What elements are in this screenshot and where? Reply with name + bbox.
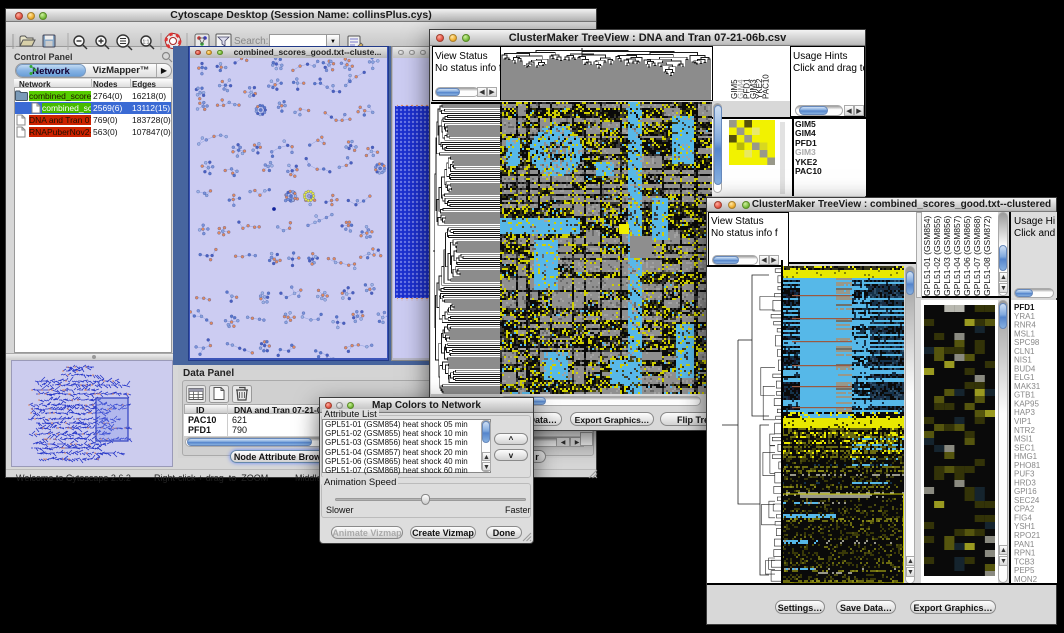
svg-text:NIS1: NIS1 [1014, 356, 1032, 365]
svg-text:HAP3: HAP3 [1014, 408, 1035, 417]
svg-text:RPO21: RPO21 [1014, 531, 1041, 540]
svg-text:GPL51-07 (GSM868): GPL51-07 (GSM868) [972, 216, 982, 296]
svg-text:TCB3: TCB3 [1014, 557, 1035, 566]
svg-text:GPL51-03 (GSM856): GPL51-03 (GSM856) [942, 216, 952, 296]
svg-text:PFD1: PFD1 [1014, 303, 1035, 312]
svg-text:GPL51-02 (GSM855): GPL51-02 (GSM855) [932, 216, 942, 296]
svg-text:GPI16: GPI16 [1014, 487, 1037, 496]
svg-text:YRA1: YRA1 [1014, 312, 1035, 321]
svg-text:MSI1: MSI1 [1014, 435, 1033, 444]
svg-text:PAC10: PAC10 [762, 74, 771, 99]
svg-text:RPN1: RPN1 [1014, 549, 1036, 558]
svg-text:HMG1: HMG1 [1014, 452, 1038, 461]
svg-text:HRD3: HRD3 [1014, 478, 1036, 487]
svg-text:GPL51-08 (GSM872): GPL51-08 (GSM872) [982, 216, 992, 296]
svg-text:GPL51-04 (GSM857): GPL51-04 (GSM857) [952, 216, 962, 296]
svg-text:1:1: 1:1 [143, 40, 150, 46]
svg-text:MAK31: MAK31 [1014, 382, 1041, 391]
svg-text:SPC98: SPC98 [1014, 338, 1040, 347]
svg-text:NTR2: NTR2 [1014, 426, 1035, 435]
svg-text:RNR4: RNR4 [1014, 321, 1036, 330]
svg-text:BUD4: BUD4 [1014, 364, 1036, 373]
svg-text:SEC1: SEC1 [1014, 443, 1035, 452]
svg-text:VIP1: VIP1 [1014, 417, 1032, 426]
svg-text:MON2: MON2 [1014, 575, 1038, 583]
svg-text:PEP5: PEP5 [1014, 566, 1035, 575]
svg-text:GPL51-01 (GSM854): GPL51-01 (GSM854) [922, 216, 932, 296]
svg-text:CLN1: CLN1 [1014, 347, 1035, 356]
svg-text:CPA2: CPA2 [1014, 505, 1035, 514]
svg-text:SEC24: SEC24 [1014, 496, 1040, 505]
svg-text:KAP95: KAP95 [1014, 400, 1039, 409]
svg-text:PAN1: PAN1 [1014, 540, 1035, 549]
svg-text:ELG1: ELG1 [1014, 373, 1035, 382]
svg-text:GTB1: GTB1 [1014, 391, 1035, 400]
svg-text:PHO81: PHO81 [1014, 461, 1041, 470]
svg-text:MSL1: MSL1 [1014, 329, 1035, 338]
svg-text:GPL51-06 (GSM865): GPL51-06 (GSM865) [962, 216, 972, 296]
svg-text:YSH1: YSH1 [1014, 522, 1035, 531]
svg-text:PUF3: PUF3 [1014, 470, 1035, 479]
svg-text:FIG4: FIG4 [1014, 514, 1032, 523]
